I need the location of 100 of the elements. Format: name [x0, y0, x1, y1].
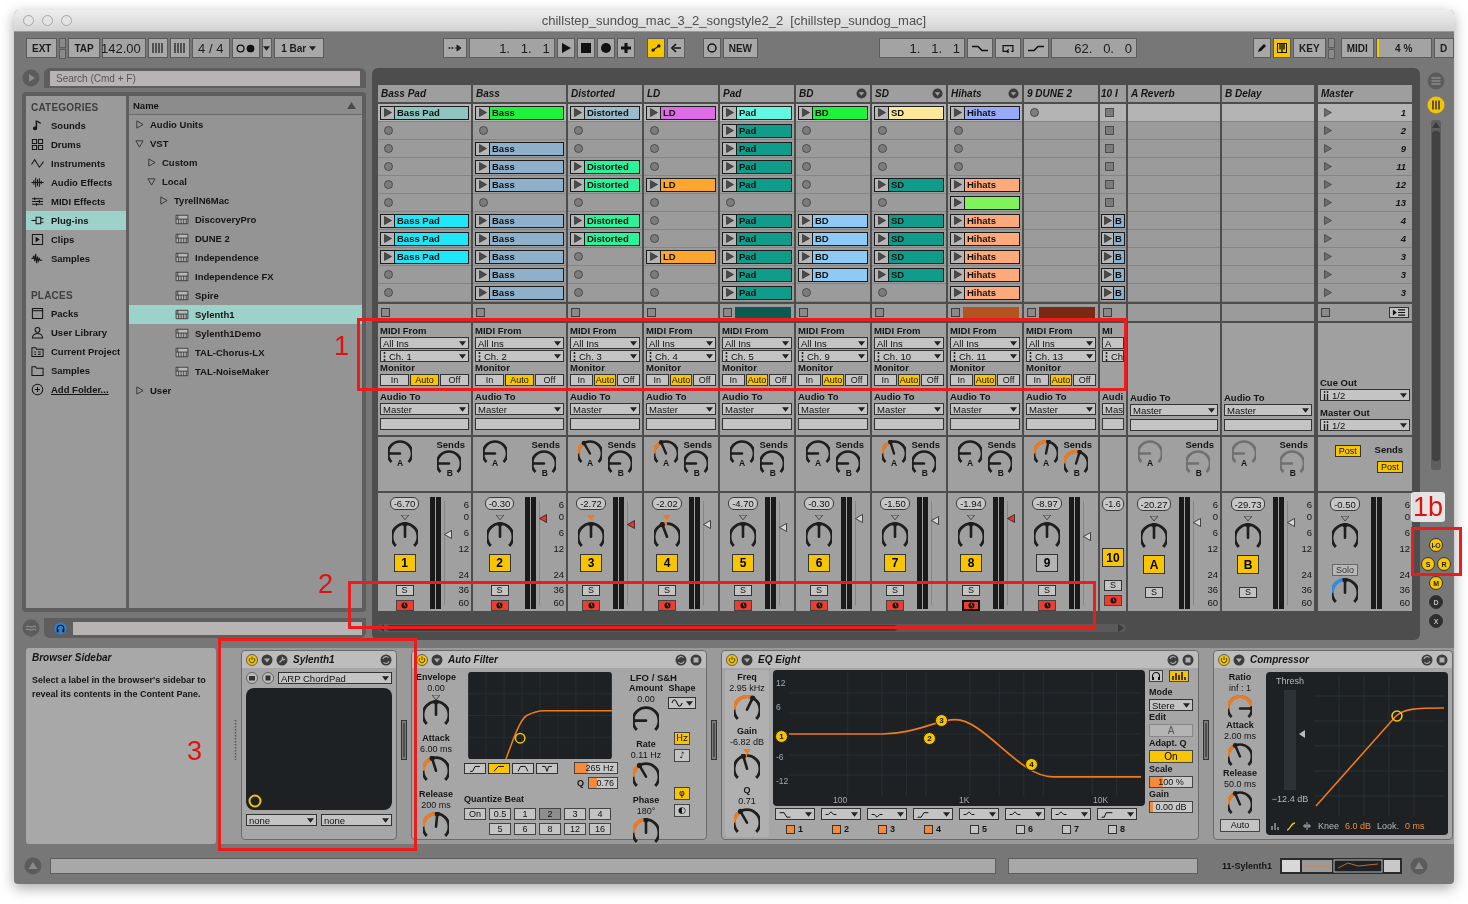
- record-button[interactable]: [596, 38, 615, 58]
- track-stop-button[interactable]: [571, 308, 580, 317]
- track-header[interactable]: Hihats: [948, 85, 1022, 102]
- input-type-dropdown[interactable]: All Ins: [722, 337, 792, 349]
- place-item[interactable]: Samples: [26, 361, 126, 380]
- clip-record-button[interactable]: [1030, 108, 1039, 117]
- tap-tempo-button[interactable]: TAP: [68, 38, 100, 58]
- lfo-knob[interactable]: [633, 706, 659, 731]
- solo-button[interactable]: S: [582, 585, 600, 597]
- output-dropdown[interactable]: Master: [1130, 404, 1218, 416]
- monitor-button[interactable]: Off: [997, 374, 1020, 386]
- wrench-icon[interactable]: [276, 653, 288, 666]
- browser-item[interactable]: Spire: [129, 286, 227, 305]
- clip[interactable]: Bass Pad: [380, 249, 469, 264]
- track-activator-button[interactable]: A: [1143, 555, 1165, 574]
- solo-button[interactable]: S: [1104, 580, 1122, 591]
- track-activator-button[interactable]: 9: [1036, 554, 1058, 573]
- track-header[interactable]: B Delay: [1222, 85, 1314, 102]
- scene-launcher[interactable]: 4: [1318, 230, 1412, 248]
- lfo-knob[interactable]: [633, 818, 659, 843]
- monitor-button[interactable]: Auto: [410, 374, 439, 386]
- clip-record-button[interactable]: [802, 288, 811, 297]
- pan-knob[interactable]: [1141, 523, 1167, 548]
- arm-button[interactable]: [582, 600, 600, 611]
- scene-launcher[interactable]: 12: [1318, 176, 1412, 194]
- monitor-button[interactable]: Auto: [1049, 374, 1073, 386]
- clip[interactable]: Bass Pad: [380, 105, 469, 120]
- clip[interactable]: Hihats: [950, 231, 1020, 246]
- pan-knob[interactable]: [882, 522, 908, 548]
- play-button[interactable]: [556, 38, 575, 58]
- cue-volume-knob[interactable]: [1332, 578, 1358, 603]
- output-dropdown[interactable]: Master: [874, 403, 944, 415]
- clip[interactable]: LD: [646, 105, 716, 120]
- preset-dropdown[interactable]: ARP ChordPad: [278, 672, 392, 684]
- pan-knob[interactable]: [578, 522, 604, 548]
- volume-readout[interactable]: -0.30: [804, 497, 834, 511]
- loop-button[interactable]: [995, 38, 1022, 58]
- knee-value[interactable]: 6.0 dB: [1345, 821, 1372, 831]
- song-position-field[interactable]: 1. 1. 1: [468, 38, 555, 58]
- shape-dropdown[interactable]: [668, 697, 696, 709]
- clip[interactable]: Bass: [475, 267, 564, 282]
- arm-button[interactable]: [1104, 595, 1122, 606]
- power-icon[interactable]: [1218, 653, 1230, 666]
- volume-fader-icon[interactable]: [444, 530, 452, 540]
- browser-item[interactable]: Sylenth1: [129, 305, 362, 324]
- phase-mode-button[interactable]: φ: [674, 787, 690, 800]
- track-activator-button[interactable]: 8: [960, 554, 982, 572]
- eq-knob[interactable]: [734, 695, 760, 720]
- clip[interactable]: BD: [798, 231, 868, 246]
- input-channel-dropdown[interactable]: Ch: [1102, 350, 1124, 362]
- monitor-button[interactable]: In: [874, 374, 897, 386]
- clip[interactable]: Bass Pad: [380, 213, 469, 228]
- pan-knob[interactable]: [486, 522, 513, 548]
- solo-button[interactable]: S: [1239, 587, 1257, 598]
- browser-item[interactable]: Custom: [129, 153, 206, 172]
- band-checkbox[interactable]: [1108, 824, 1117, 834]
- clip[interactable]: Pad: [722, 231, 792, 246]
- eq-knob[interactable]: [734, 808, 760, 833]
- stop-button[interactable]: [576, 38, 595, 58]
- clip[interactable]: Distorted: [570, 213, 640, 228]
- band-checkbox[interactable]: [786, 824, 795, 834]
- arm-button[interactable]: [734, 600, 752, 611]
- down-arrow-circle-icon[interactable]: [431, 653, 443, 666]
- clip[interactable]: Bass: [475, 285, 564, 300]
- clip[interactable]: Bass: [475, 231, 564, 246]
- clip[interactable]: Hihats: [950, 285, 1020, 300]
- bars-icon[interactable]: [1270, 821, 1280, 831]
- volume-fader-icon[interactable]: [539, 513, 547, 523]
- clip[interactable]: Pad: [722, 213, 792, 228]
- browser-item[interactable]: Independence: [129, 248, 267, 267]
- post-button[interactable]: Post: [1334, 445, 1361, 457]
- monitor-button[interactable]: Off: [845, 374, 868, 386]
- category-item[interactable]: Plug-ins: [26, 211, 126, 230]
- tempo-field[interactable]: 142.00: [101, 38, 146, 58]
- envelope-knob[interactable]: [423, 812, 449, 837]
- volume-fader-track[interactable]: [1287, 501, 1295, 605]
- category-item[interactable]: Audio Effects: [26, 173, 126, 192]
- nudge-up-button[interactable]: [169, 38, 190, 58]
- clip[interactable]: Distorted: [570, 105, 640, 120]
- output-channel-field[interactable]: [475, 418, 564, 430]
- filter-type-button[interactable]: [464, 762, 486, 774]
- band-checkbox[interactable]: [924, 824, 933, 834]
- clip[interactable]: Pad: [722, 159, 792, 174]
- clip[interactable]: Bass: [475, 141, 564, 156]
- clip[interactable]: B: [1101, 285, 1125, 300]
- resize-handle-icon[interactable]: [1203, 720, 1209, 760]
- output-dropdown[interactable]: Master: [950, 403, 1020, 415]
- volume-fader-track[interactable]: [855, 501, 863, 605]
- rate-mode-button[interactable]: ♪: [674, 749, 690, 762]
- clip[interactable]: Pad: [722, 141, 792, 156]
- monitor-button[interactable]: Auto: [897, 374, 921, 386]
- category-item[interactable]: MIDI Effects: [26, 192, 126, 211]
- browser-item[interactable]: Local: [129, 172, 195, 191]
- monitor-button[interactable]: In: [798, 374, 821, 386]
- down-arrow-circle-icon[interactable]: [856, 88, 867, 99]
- monitor-button[interactable]: Auto: [593, 374, 617, 386]
- band-checkbox[interactable]: [832, 824, 841, 834]
- lfo-knob[interactable]: [633, 762, 659, 787]
- output-dropdown[interactable]: Master: [722, 403, 792, 415]
- follow-button[interactable]: [442, 38, 467, 58]
